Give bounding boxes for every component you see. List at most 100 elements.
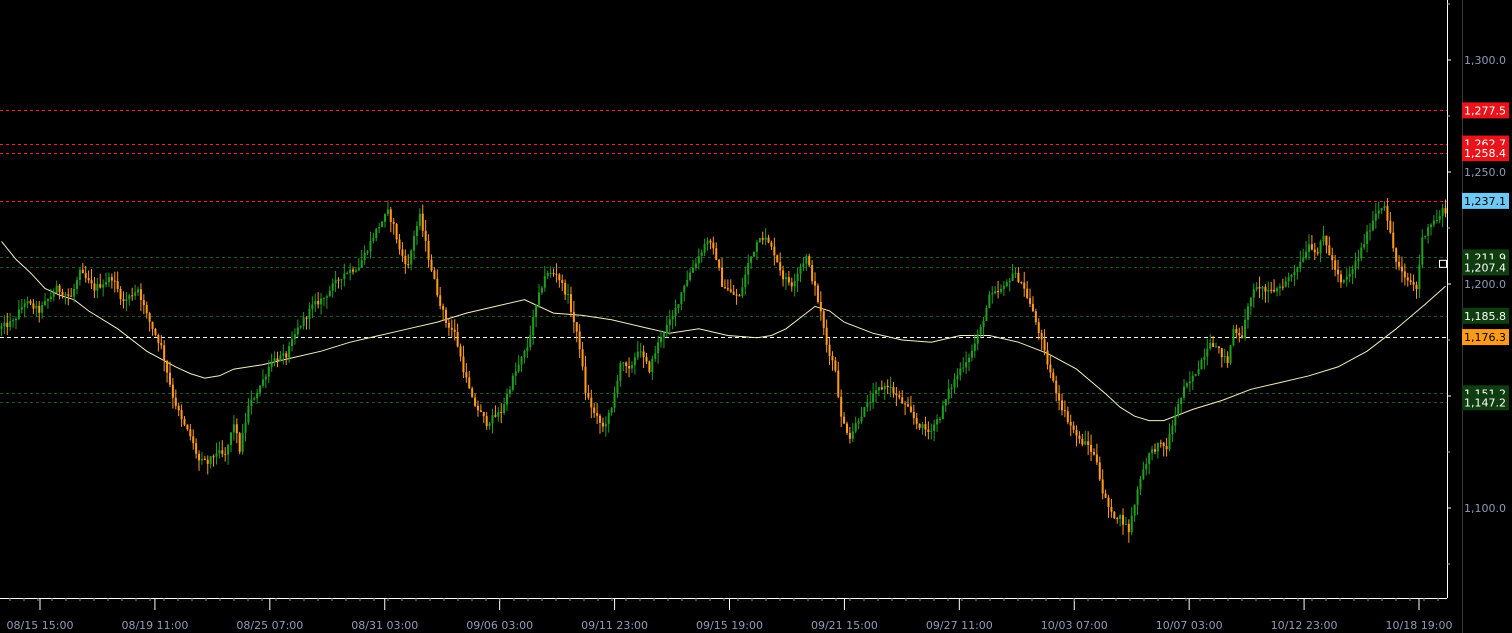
candle-body [1092, 451, 1095, 455]
candle-body [1427, 227, 1430, 236]
candle-body [32, 303, 35, 309]
candle-body [1136, 489, 1139, 505]
candle-body [462, 356, 465, 373]
candle-body [1180, 397, 1183, 404]
candle-body [616, 380, 619, 394]
candle-body [877, 387, 880, 391]
candle-body [1432, 220, 1435, 225]
price-chart[interactable]: 1,100.01,150.01,200.01,250.01,300.008/15… [0, 0, 1512, 633]
candle-body [1029, 298, 1032, 304]
candle-body [569, 294, 572, 312]
x-tick-label: 08/31 03:00 [351, 619, 418, 632]
x-tick-label: 10/12 23:00 [1271, 619, 1338, 632]
candle-body [224, 453, 227, 455]
candle-body [1316, 252, 1319, 254]
x-tick-label: 08/19 11:00 [121, 619, 188, 632]
candle-body [630, 365, 633, 369]
candle-body [723, 286, 726, 289]
candle-body [430, 259, 433, 271]
candle-body [601, 422, 604, 427]
candle-body [959, 368, 962, 376]
candle-body [256, 392, 259, 399]
candle-body [1345, 276, 1348, 280]
candle-body [418, 213, 421, 226]
candle-body [1334, 260, 1337, 270]
candle-body [14, 318, 17, 321]
candle-body [523, 351, 526, 358]
candle-body [229, 432, 233, 445]
candle-body [508, 389, 511, 394]
candle-body [529, 335, 532, 348]
candle-body [1241, 335, 1244, 338]
candle-body [1368, 230, 1372, 232]
candle-body [322, 297, 325, 299]
candle-body [1235, 329, 1238, 333]
candle-body [442, 305, 445, 310]
y-tick-label: 1,200.0 [1464, 278, 1506, 291]
candle-body [1052, 372, 1055, 381]
candle-body [572, 311, 575, 323]
candle-body [1319, 241, 1322, 254]
candle-body [151, 321, 154, 329]
candle-body [0, 326, 3, 329]
candle-body [273, 358, 276, 363]
candle-body [1011, 273, 1014, 281]
candle-body [567, 294, 570, 296]
candle-body [999, 288, 1003, 292]
x-tick-label: 09/27 11:00 [926, 619, 993, 632]
candle-body [1348, 273, 1351, 277]
candle-body [886, 385, 889, 388]
candle-body [1389, 220, 1392, 233]
candle-body [665, 325, 668, 333]
candle-body [1415, 284, 1418, 290]
candle-body [1258, 286, 1261, 289]
candle-body [1273, 289, 1276, 292]
candle-body [395, 223, 398, 240]
candle-body [328, 290, 331, 297]
candle-body [354, 270, 357, 272]
candle-body [1081, 438, 1084, 445]
candle-body [863, 407, 866, 417]
candle-body [590, 397, 593, 408]
candle-body [1183, 386, 1186, 398]
candle-body [433, 270, 436, 279]
candle-body [410, 250, 413, 265]
price-tag-label: 1,185.8 [1464, 310, 1506, 323]
candle-body [1296, 268, 1299, 273]
candle-body [145, 305, 148, 314]
candle-body [782, 270, 785, 280]
candle-body [253, 398, 256, 400]
candle-body [285, 353, 288, 358]
candle-body [1409, 280, 1412, 283]
candle-body [904, 403, 907, 405]
candle-body [691, 267, 695, 273]
candle-body [697, 255, 700, 264]
candle-body [1305, 251, 1308, 259]
candle-body [991, 293, 994, 295]
candle-body [709, 240, 712, 243]
candle-body [1398, 261, 1401, 267]
candle-body [677, 304, 680, 308]
candle-body [715, 248, 718, 260]
candle-body [84, 273, 87, 279]
candle-body [645, 357, 648, 362]
candle-body [674, 307, 677, 317]
candle-body [930, 430, 933, 432]
candle-body [578, 331, 581, 350]
candle-body [1133, 504, 1136, 516]
candle-body [1435, 219, 1438, 221]
candle-body [694, 263, 697, 268]
candle-body [293, 334, 296, 340]
candle-body [264, 376, 267, 380]
candle-body [767, 237, 770, 243]
candle-body [73, 288, 76, 297]
candle-body [1058, 393, 1061, 401]
candle-body [1171, 425, 1174, 435]
candle-body [639, 351, 642, 353]
candle-body [456, 331, 459, 347]
candle-body [828, 344, 831, 356]
candle-body [819, 301, 822, 312]
candle-body [790, 282, 793, 287]
candle-body [805, 256, 808, 264]
x-tick-label: 09/11 23:00 [581, 619, 648, 632]
